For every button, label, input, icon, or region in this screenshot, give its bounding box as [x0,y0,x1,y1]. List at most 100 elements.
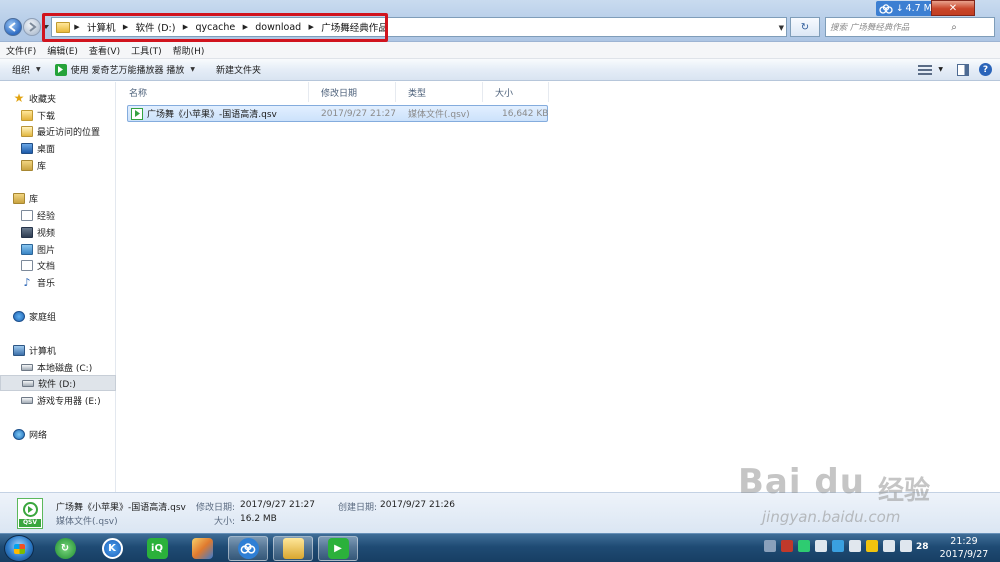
menu-file[interactable]: 文件(F) [0,44,41,57]
sidebar-item-label: 下载 [37,111,56,122]
play-with-label: 使用 爱奇艺万能播放器 播放 [70,66,185,76]
shield-icon[interactable] [832,540,844,552]
sidebar-item-drive-d[interactable]: 软件 (D:) [0,375,116,391]
sidebar-item-label: 本地磁盘 (C:) [37,363,93,374]
menu-view[interactable]: 查看(V) [83,44,125,57]
column-header-modified[interactable]: 修改日期 [309,82,396,102]
sidebar-item-drive-e[interactable]: 游戏专用器 (E:) [0,392,116,408]
search-input[interactable]: 搜索 广场舞经典作品 [826,21,910,33]
sidebar-item-music[interactable]: ♪ 音乐 [0,274,116,290]
details-file-name: 广场舞《小苹果》-国语高清.qsv [56,503,186,513]
breadcrumb-item-download[interactable]: download [252,22,304,33]
ime-indicator[interactable]: 28 [916,542,929,552]
taskbar-app-player[interactable]: ▶ [318,536,358,561]
breadcrumb: ▶ 计算机 ▶ 软件 (D:) ▶ qycache ▶ download ▶ 广… [70,18,391,36]
sidebar-item-library-shortcut[interactable]: 库 [0,157,116,173]
sidebar-computer[interactable]: 计算机 [0,342,116,358]
iqiyi-player-icon: ▶ [327,538,349,559]
details-pane: QSV 广场舞《小苹果》-国语高清.qsv 媒体文件(.qsv) 修改日期: 2… [0,492,1000,533]
chevron-right-icon[interactable]: ▶ [119,23,133,31]
details-file-type: 媒体文件(.qsv) [56,517,118,527]
forward-button[interactable] [23,18,41,36]
network-icon[interactable] [883,540,895,552]
sidebar-item-experience[interactable]: 经验 [0,207,116,223]
organize-button[interactable]: 组织 ▼ [0,59,48,80]
column-header-name[interactable]: 名称 [117,82,309,102]
sidebar-libraries[interactable]: 库 [0,190,116,206]
address-history-dropdown[interactable]: ▼ [779,24,784,32]
window-controls: ✕ [931,0,975,16]
clock[interactable]: 21:29 2017/9/27 [934,535,994,561]
back-button[interactable] [4,18,22,36]
taskbar-app-explorer[interactable] [273,536,313,561]
tray-expand-icon[interactable] [764,540,776,552]
downloads-folder-icon [21,109,33,121]
menu-edit[interactable]: 编辑(E) [41,44,83,57]
sidebar-item-recent[interactable]: 最近访问的位置 [0,123,116,139]
help-icon[interactable]: ? [979,63,992,76]
taskbar-app-paint[interactable] [182,536,222,561]
chevron-right-icon[interactable]: ▶ [178,23,192,31]
preview-pane-icon[interactable] [957,63,969,76]
breadcrumb-item-current-folder[interactable]: 广场舞经典作品 [318,20,391,34]
tray-app-icon[interactable] [849,540,861,552]
play-with-button[interactable]: 使用 爱奇艺万能播放器 播放 ▼ [48,59,202,80]
file-list: 名称 修改日期 类型 大小 广场舞《小苹果》-国语高清.qsv 2017/9/2… [117,82,1000,492]
k-app-icon: K [101,538,123,559]
sidebar-item-drive-c[interactable]: 本地磁盘 (C:) [0,359,116,375]
file-name-cell: 广场舞《小苹果》-国语高清.qsv [131,106,277,121]
network-icon [13,428,25,440]
view-options-dropdown[interactable]: ▼ [938,66,943,73]
sidebar-item-downloads[interactable]: 下载 [0,107,116,123]
sidebar-favorites[interactable]: ★ 收藏夹 [0,90,116,106]
tray-app-icon[interactable] [798,540,810,552]
sidebar-item-label: 桌面 [37,144,56,155]
library-icon [21,159,33,171]
chevron-right-icon[interactable]: ▶ [238,23,252,31]
taskbar-app-360[interactable]: ↻ [45,536,85,561]
recent-pages-dropdown[interactable] [42,23,50,31]
change-view-icon[interactable] [918,64,933,76]
column-header-type[interactable]: 类型 [396,82,483,102]
column-header-size[interactable]: 大小 [483,82,549,102]
download-arrow-icon: ↓ [896,3,904,14]
sidebar-item-documents[interactable]: 文档 [0,257,116,273]
chevron-right-icon[interactable]: ▶ [70,23,84,31]
video-library-icon [21,226,33,238]
sidebar-item-label: 库 [37,161,47,172]
breadcrumb-item-computer[interactable]: 计算机 [84,20,119,34]
address-bar[interactable]: ▶ 计算机 ▶ 软件 (D:) ▶ qycache ▶ download ▶ 广… [51,17,787,37]
details-modified-value: 2017/9/27 21:27 [240,500,315,510]
sidebar-item-pictures[interactable]: 图片 [0,241,116,257]
music-note-icon: ♪ [23,275,31,289]
new-folder-button[interactable]: 新建文件夹 [202,59,268,80]
sidebar-network[interactable]: 网络 [0,426,116,442]
menu-help[interactable]: 帮助(H) [167,44,210,57]
sidebar-homegroup[interactable]: 家庭组 [0,308,116,324]
search-box[interactable]: 搜索 广场舞经典作品 ⌕ [825,17,995,37]
sidebar-item-desktop[interactable]: 桌面 [0,140,116,156]
taskbar-app-baidu-cloud[interactable] [228,536,268,561]
menu-tools[interactable]: 工具(T) [125,44,167,57]
start-button[interactable] [4,535,34,562]
refresh-button[interactable]: ↻ [790,17,820,37]
view-controls: ▼ ? [918,63,992,76]
search-icon[interactable]: ⌕ [910,22,994,33]
qsv-file-icon [131,107,143,120]
taskbar-app-iqiyi[interactable]: iQ [137,536,177,561]
security-app-icon: ↻ [54,538,76,559]
close-button[interactable]: ✕ [931,0,975,16]
close-icon: ✕ [948,2,958,14]
breadcrumb-item-drive-d[interactable]: 软件 (D:) [133,20,179,34]
baidu-cloud-icon [237,538,259,559]
breadcrumb-item-qycache[interactable]: qycache [192,22,238,33]
tray-app-icon[interactable] [866,540,878,552]
table-row[interactable]: 广场舞《小苹果》-国语高清.qsv 2017/9/27 21:27 媒体文件(.… [127,105,548,122]
taskbar-app-k[interactable]: K [92,536,132,561]
chevron-right-icon[interactable]: ▶ [304,23,318,31]
sidebar-item-videos[interactable]: 视频 [0,224,116,240]
star-icon: ★ [13,90,25,105]
volume-icon[interactable] [900,540,912,552]
tray-app-icon[interactable] [781,540,793,552]
tray-app-icon[interactable] [815,540,827,552]
